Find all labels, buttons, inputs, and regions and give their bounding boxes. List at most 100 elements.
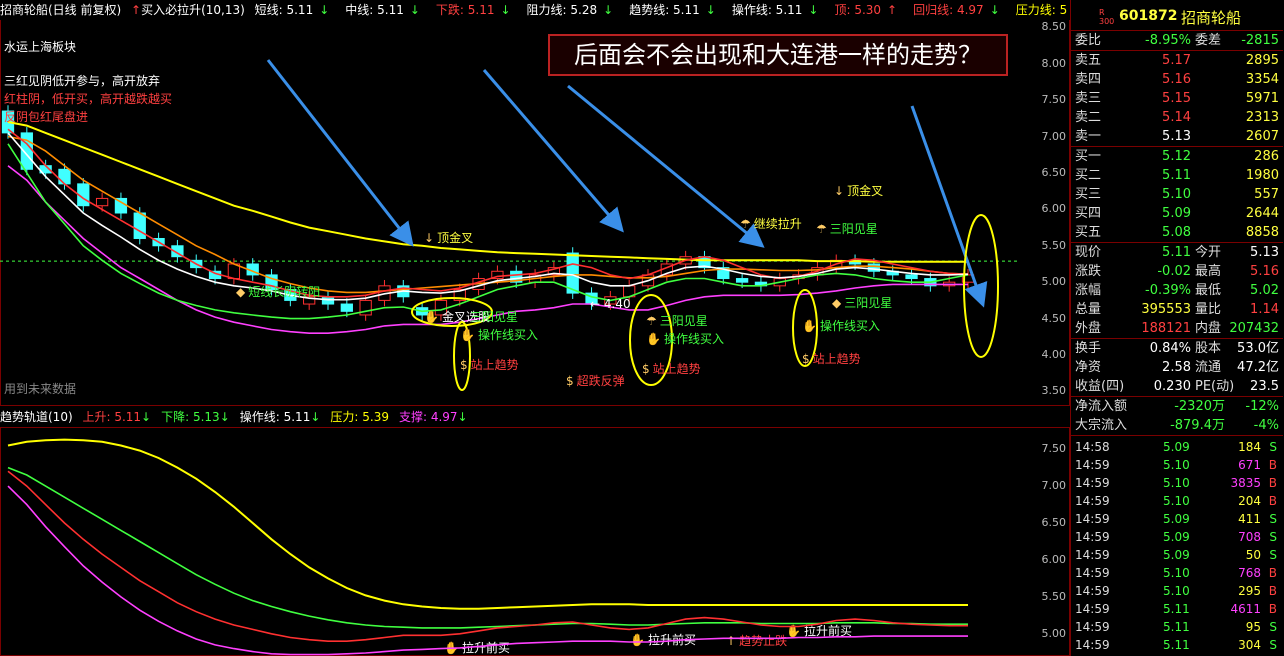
up-arrow-icon: ↑ — [131, 3, 142, 17]
quote-title[interactable]: R 300 601872 招商轮船 — [1071, 0, 1283, 30]
signal-icon: $ — [460, 358, 468, 372]
tick-row: 14:59 5.10 3835 B — [1075, 476, 1277, 490]
series-line — [7, 470, 968, 642]
sector-note: 水运上海板块 — [4, 40, 77, 54]
series-line — [7, 466, 968, 629]
candle — [58, 168, 71, 185]
signal-icon: ◆ — [832, 296, 842, 310]
signal-icon: ↓ — [834, 184, 845, 198]
chart-annotation: ✋ 操作线买入 — [802, 319, 880, 333]
down-arrow-icon: ↓ — [705, 3, 716, 17]
indicator-item: 压力线: 5 — [1015, 3, 1068, 17]
bid-row[interactable]: 买二 5.11 1980 — [1071, 166, 1283, 185]
buy-signal-label: ↑买入必拉升(10,13) — [131, 3, 245, 17]
ask-row[interactable]: 卖一 5.13 2607 — [1071, 127, 1283, 146]
signal-icon: ☂ — [740, 217, 751, 231]
axis-tick-label: 6.50 — [1041, 516, 1067, 530]
webi-row: 委比 -8.95% 委差 -2815 — [1075, 33, 1279, 48]
axis-tick-label: 5.00 — [1041, 626, 1067, 640]
stat-row: 净资 2.58 流通 47.2亿 — [1075, 360, 1279, 375]
chart-annotation: $ 站上趋势 — [642, 362, 701, 376]
flow-row: 大宗流入 -879.4万 -4% — [1075, 418, 1279, 433]
candle — [133, 212, 146, 239]
indicator-item: 顶: 5.30 ↑ — [834, 3, 898, 17]
chart-annotation: ✋ 操作线买入 — [460, 328, 538, 342]
chart-annotation: $ 站上趋势 — [460, 358, 519, 372]
chart-annotation: ↓ 顶金叉 — [834, 184, 884, 198]
ask-row[interactable]: 卖二 5.14 2313 — [1071, 108, 1283, 127]
axis-tick-label: 6.00 — [1041, 552, 1067, 566]
axis-tick-label: 4.00 — [1041, 348, 1067, 362]
tick-row: 14:59 5.10 204 B — [1075, 494, 1277, 508]
signal-icon: ✋ — [460, 328, 475, 342]
signal-icon: $ — [802, 352, 810, 366]
signal-icon: ↓ — [424, 231, 435, 245]
stat-row: 总量 395553 量比 1.14 — [1075, 302, 1279, 317]
stat-row: 涨幅 -0.39% 最低 5.02 — [1075, 283, 1279, 298]
trend-channel-chart[interactable] — [0, 427, 1020, 656]
series-line — [7, 121, 968, 263]
strategy-note-3: 反阴包红尾盘进 — [4, 110, 89, 124]
candle — [566, 252, 579, 294]
indicator-item: 短线: 5.11 ↓ — [254, 3, 330, 17]
stat-row: 涨跌 -0.02 最高 5.16 — [1075, 264, 1279, 279]
chart-annotation: $ 站上趋势 — [802, 352, 861, 366]
indicator-item: 压力: 5.39 — [330, 410, 389, 424]
ask-row[interactable]: 卖三 5.15 5971 — [1071, 89, 1283, 108]
bid-row[interactable]: 买五 5.08 8858 — [1071, 223, 1283, 242]
indicator-item: 阻力线: 5.28 ↓ — [526, 3, 614, 17]
signal-icon: ✋ — [424, 310, 439, 324]
stock-code: 601872 — [1119, 8, 1178, 24]
indicator-values: 短线: 5.11 ↓ 中线: 5.11 ↓ 下跌: 5.11 ↓ 阻力线: 5.28 ↓ 趋势线… — [255, 3, 1084, 17]
axis-tick-label: 4.50 — [1041, 311, 1067, 325]
stat-row: 收益(四) 0.230 PE(动) 23.5 — [1075, 379, 1279, 394]
tick-row: 14:59 5.11 95 S — [1075, 620, 1277, 634]
lower-price-axis: 7.50 7.00 6.50 6.00 5.50 5.00 — [1020, 427, 1070, 656]
signal-icon: ✋ — [802, 319, 817, 333]
axis-tick-label: 5.50 — [1041, 238, 1067, 252]
axis-tick-label: 5.00 — [1041, 275, 1067, 289]
ask-row[interactable]: 卖五 5.17 2895 — [1071, 51, 1283, 70]
indicator-item: 回归线: 4.97 ↓ — [913, 3, 1000, 17]
bid-row[interactable]: 买四 5.09 2644 — [1071, 204, 1283, 223]
candle — [905, 274, 918, 280]
chart-annotation: ✋ 操作线买入 — [646, 332, 724, 346]
down-arrow-icon: ↓ — [319, 3, 330, 17]
chart-annotation: 三阳见星 — [470, 310, 519, 324]
main-chart-header: 招商轮船(日线 前复权) ↑买入必拉升(10,13) 短线: 5.11 ↓ 中线: … — [0, 0, 1068, 20]
chart-annotation: ◆ 三阳见星 — [832, 296, 893, 310]
pointer-arrow — [266, 59, 414, 247]
down-arrow-icon: ↓ — [989, 3, 1000, 17]
market-badge: R 300 — [1099, 8, 1115, 26]
series-line — [7, 438, 968, 610]
tick-row: 14:58 5.09 184 S — [1075, 440, 1277, 454]
down-arrow-icon: ↓ — [500, 3, 511, 17]
question-callout: 后面会不会出现和大连港一样的走势？ — [548, 34, 1008, 76]
tick-row: 14:59 5.11 304 S — [1075, 638, 1277, 652]
down-arrow-icon: ↓ — [219, 410, 230, 424]
ask-row[interactable]: 卖四 5.16 3354 — [1071, 70, 1283, 89]
bid-row[interactable]: 买三 5.10 557 — [1071, 185, 1283, 204]
signal-icon: ☂ — [646, 314, 657, 328]
indicator-item: 中线: 5.11 ↓ — [345, 3, 420, 17]
chart-annotation: ☂ 三阳见星 — [816, 222, 878, 236]
signal-icon: ✋ — [646, 332, 661, 346]
chart-annotation: $ 超跌反弹 — [566, 374, 625, 388]
axis-tick-label: 8.50 — [1041, 20, 1067, 34]
signal-icon: $ — [642, 362, 650, 376]
chart-annotation: ← 4.40 — [590, 297, 631, 311]
axis-tick-label: 7.50 — [1041, 442, 1067, 456]
signal-icon: $ — [566, 374, 574, 388]
down-arrow-icon: ↓ — [603, 3, 614, 17]
main-price-axis: 8.50 8.00 7.50 7.00 6.50 6.00 5.50 5.00 4.50 4.00… — [1020, 20, 1070, 406]
bid-row[interactable]: 买一 5.12 286 — [1071, 147, 1283, 166]
down-arrow-icon: ↓ — [409, 3, 420, 17]
axis-tick-label: 8.00 — [1041, 56, 1067, 70]
indicator-item: 下降: 5.13↓ — [161, 410, 230, 424]
tick-row: 14:59 5.10 295 B — [1075, 584, 1277, 598]
lower-indicator-name: 趋势轨道(10) — [0, 410, 73, 424]
tick-row: 14:59 5.09 411 S — [1075, 512, 1277, 526]
strategy-note-1: 三红见阴低开参与，高开放弃 — [4, 74, 161, 88]
down-arrow-icon: ↓ — [141, 410, 152, 424]
tick-row: 14:59 5.10 671 B — [1075, 458, 1277, 472]
